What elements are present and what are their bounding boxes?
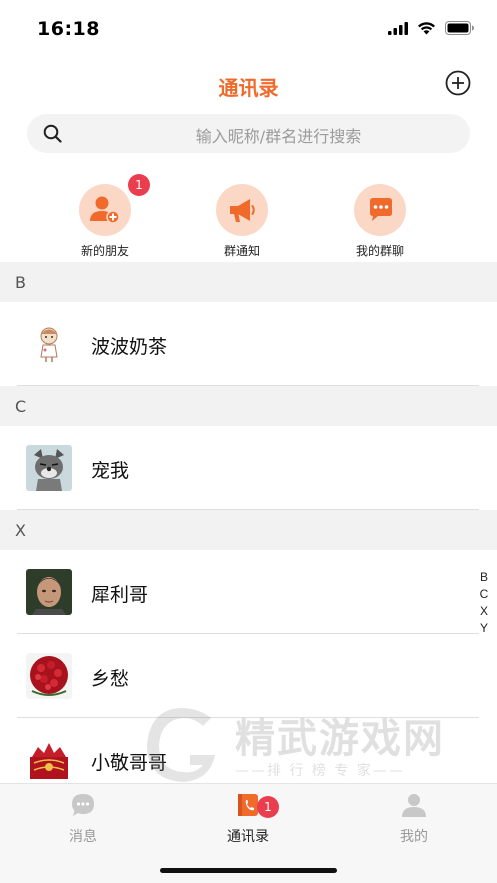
chat-icon [72,794,94,816]
contact-name: 小敬哥哥 [91,752,168,774]
megaphone-icon [216,184,268,236]
new-friends-button[interactable]: 新的朋友 1 [50,174,160,259]
avatar [26,321,72,367]
plus-circle-icon[interactable] [445,70,471,96]
my-groups-button[interactable]: 我的群聊 [325,184,435,259]
tab-contacts-badge: 1 [257,796,279,818]
wifi-icon [418,22,435,35]
status-icons [388,21,475,35]
section-letter: X [15,521,26,540]
index-letter-x[interactable]: X [477,603,491,620]
contact-row[interactable]: 乡愁 [0,634,497,718]
nav-header: 通讯录 [0,58,497,110]
tab-bar: 消息 通讯录 1 我的 [0,783,497,883]
search-input[interactable]: 输入昵称/群名进行搜索 [27,114,470,153]
contact-name: 犀利哥 [91,584,149,606]
section-letter: C [15,397,27,416]
chat-bubbles-icon [354,184,406,236]
new-friends-badge: 1 [128,174,150,196]
person-icon [402,794,426,817]
contact-row[interactable]: 宠我 [0,426,497,510]
battery-icon [445,21,474,35]
index-letter-y[interactable]: Y [477,620,491,637]
search-placeholder: 输入昵称/群名进行搜索 [195,127,362,146]
avatar [26,445,72,491]
add-user-icon [79,184,131,236]
status-bar: 16:18 [0,0,497,58]
tab-contacts[interactable]: 通讯录 1 [188,792,308,846]
quick-label-group-notice: 群通知 [223,244,260,258]
avatar [26,569,72,615]
alphabet-index[interactable]: B C X Y [477,569,491,637]
page-title: 通讯录 [218,76,279,100]
index-letter-b[interactable]: B [477,569,491,586]
section-letter: B [15,273,26,292]
index-letter-c[interactable]: C [477,586,491,603]
status-time: 16:18 [37,18,100,40]
cellular-signal-icon [388,21,408,35]
contact-name: 乡愁 [91,668,130,690]
tab-profile[interactable]: 我的 [354,792,474,846]
contact-row[interactable]: 犀利哥 [0,550,497,634]
contact-row[interactable]: 波波奶茶 [0,302,497,386]
contact-name: 波波奶茶 [91,336,168,358]
avatar [26,653,72,699]
home-indicator [160,868,337,873]
section-header-b: B [0,262,497,302]
group-notice-button[interactable]: 群通知 [187,184,297,259]
section-header-c: C [0,386,497,426]
avatar [26,737,72,783]
tab-messages[interactable]: 消息 [23,792,143,846]
tab-label: 消息 [69,829,97,845]
contact-name: 宠我 [91,460,130,482]
quick-label-new-friends: 新的朋友 [80,244,129,258]
section-header-x: X [0,510,497,550]
tab-label: 通讯录 [227,829,269,845]
quick-label-my-groups: 我的群聊 [355,244,404,258]
tab-label: 我的 [400,829,428,845]
